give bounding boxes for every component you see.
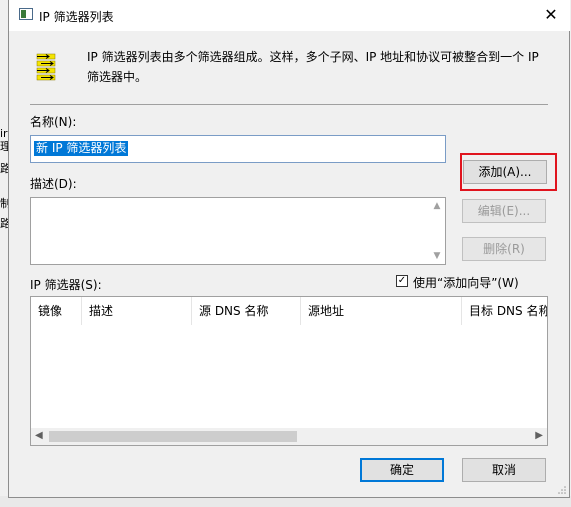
scroll-left-icon[interactable]: ◀ bbox=[35, 430, 43, 441]
background-text-1: ir bbox=[0, 127, 8, 140]
column-header-dest-dns[interactable]: 目标 DNS 名称 bbox=[462, 297, 547, 325]
scroll-down-icon[interactable]: ▼ bbox=[429, 251, 445, 261]
close-button[interactable]: ✕ bbox=[540, 5, 562, 25]
column-header-source-dns[interactable]: 源 DNS 名称 bbox=[192, 297, 301, 325]
header-description: IP 筛选器列表由多个筛选器组成。这样，多个子网、IP 地址和协议可被整合到一个… bbox=[87, 50, 539, 84]
ip-filters-label: IP 筛选器(S): bbox=[30, 278, 102, 292]
column-header-mirror[interactable]: 镜像 bbox=[31, 297, 82, 325]
scrollbar-thumb[interactable] bbox=[49, 431, 297, 442]
ip-filter-list-dialog: IP 筛选器列表 ✕ IP 筛选器列表由多个筛选器组成。这样，多个子网、IP 地… bbox=[8, 0, 570, 498]
description-textarea[interactable]: ▲ ▼ bbox=[30, 197, 446, 265]
wizard-checkbox[interactable]: ✓ bbox=[396, 275, 408, 287]
column-header-description[interactable]: 描述 bbox=[82, 297, 192, 325]
resize-grip-icon[interactable] bbox=[557, 485, 567, 495]
edit-button[interactable]: 编辑(E)... bbox=[462, 199, 546, 223]
scroll-right-icon[interactable]: ▶ bbox=[535, 430, 543, 441]
name-label: 名称(N): bbox=[30, 115, 77, 129]
scroll-up-icon[interactable]: ▲ bbox=[429, 201, 445, 211]
title-bar[interactable]: IP 筛选器列表 ✕ bbox=[9, 0, 570, 31]
window-title: IP 筛选器列表 bbox=[39, 10, 114, 24]
name-input-value: 新 IP 筛选器列表 bbox=[34, 141, 129, 156]
column-header-source-address[interactable]: 源地址 bbox=[301, 297, 462, 325]
ip-filters-table[interactable]: 镜像 描述 源 DNS 名称 源地址 目标 DNS 名称 ◀ ▶ bbox=[30, 296, 548, 446]
description-scrollbar[interactable]: ▲ ▼ bbox=[429, 198, 445, 264]
window-icon bbox=[19, 8, 33, 20]
cancel-button[interactable]: 取消 bbox=[462, 458, 546, 482]
wizard-checkbox-label: 使用“添加向导”(W) bbox=[413, 276, 519, 290]
ok-button[interactable]: 确定 bbox=[360, 458, 444, 482]
filter-list-icon bbox=[36, 53, 56, 81]
delete-button[interactable]: 删除(R) bbox=[462, 237, 546, 261]
description-label: 描述(D): bbox=[30, 177, 77, 191]
name-input[interactable]: 新 IP 筛选器列表 bbox=[30, 135, 446, 163]
add-button[interactable]: 添加(A)... bbox=[463, 160, 547, 184]
header-divider bbox=[30, 104, 548, 105]
table-horizontal-scrollbar[interactable]: ◀ ▶ bbox=[31, 428, 547, 445]
